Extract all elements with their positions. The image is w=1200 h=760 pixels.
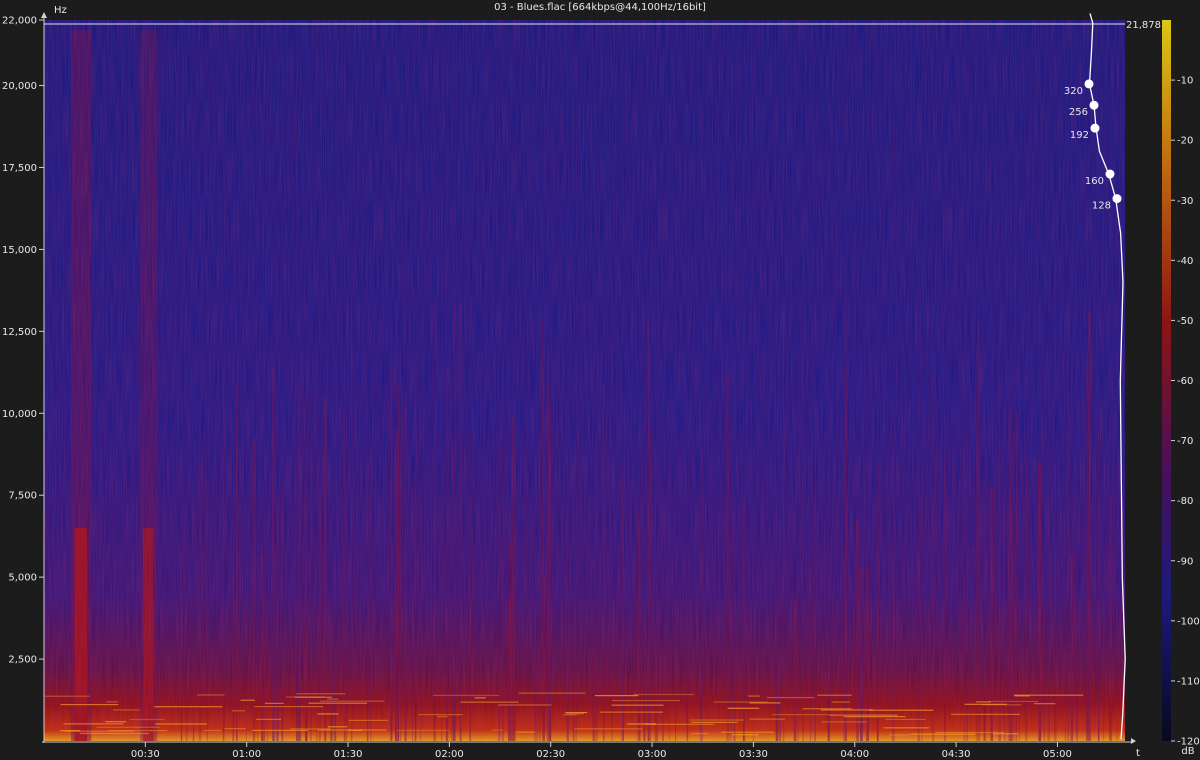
colorbar-tick-label: -10 — [1177, 76, 1193, 87]
y-tick-label: 20,000 — [2, 81, 37, 92]
colorbar-tick-label: -110 — [1177, 676, 1200, 687]
bitrate-marker-label-256: 256 — [1069, 107, 1088, 118]
x-axis-label: t — [1136, 748, 1140, 759]
colorbar-tick-label: -30 — [1177, 196, 1193, 207]
y-tick-label: 7,500 — [8, 491, 37, 502]
bitrate-marker-label-192: 192 — [1070, 130, 1089, 141]
bitrate-marker-label-320: 320 — [1064, 86, 1083, 97]
y-tick-label: 22,000 — [2, 16, 37, 27]
y-tick-label: 10,000 — [2, 409, 37, 420]
colorbar-unit-label: dB — [1181, 746, 1194, 757]
colorbar-tick-label: -40 — [1177, 256, 1193, 267]
y-tick-label: 5,000 — [8, 573, 37, 584]
y-tick-label: 2,500 — [8, 655, 37, 666]
colorbar: -10-20-30-40-50-60-70-80-90-100-110-120 … — [1162, 20, 1200, 757]
colorbar-ticks: -10-20-30-40-50-60-70-80-90-100-110-120 — [1171, 76, 1200, 748]
cutoff-label: 21,878 — [1126, 20, 1161, 31]
bitrate-marker-160 — [1105, 169, 1115, 179]
y-tick-label: 12,500 — [2, 327, 37, 338]
x-tick-label: 02:00 — [435, 749, 464, 760]
x-tick-label: 04:30 — [942, 749, 971, 760]
y-tick-label: 15,000 — [2, 245, 37, 256]
bitrate-marker-128 — [1112, 194, 1122, 204]
colorbar-gradient — [1162, 20, 1171, 741]
y-tick-label: 17,500 — [2, 163, 37, 174]
x-tick-label: 01:00 — [232, 749, 261, 760]
x-tick-label: 03:30 — [739, 749, 768, 760]
bitrate-marker-320 — [1084, 79, 1094, 89]
x-tick-label: 01:30 — [334, 749, 363, 760]
bitrate-marker-label-128: 128 — [1092, 201, 1111, 212]
y-axis-arrow-icon — [41, 12, 47, 18]
colorbar-tick-label: -60 — [1177, 376, 1193, 387]
x-tick-label: 05:00 — [1043, 749, 1072, 760]
colorbar-tick-label: -100 — [1177, 616, 1200, 627]
x-tick-label: 04:00 — [840, 749, 869, 760]
x-tick-label: 03:00 — [638, 749, 667, 760]
x-axis-arrow-icon — [1131, 738, 1136, 744]
spectrogram-chart: 22,000 20,000 17,500 15,000 12,500 10,000 7,50… — [2, 5, 1200, 760]
y-axis-label: Hz — [54, 5, 67, 16]
bitrate-marker-192 — [1090, 123, 1100, 133]
x-tick-label: 00:30 — [131, 749, 160, 760]
bitrate-marker-label-160: 160 — [1085, 176, 1104, 187]
spectrogram-plot-area — [44, 20, 1125, 741]
spectrogram-texture — [44, 20, 1125, 741]
colorbar-tick-label: -50 — [1177, 316, 1193, 327]
x-tick-label: 02:30 — [536, 749, 565, 760]
colorbar-tick-label: -70 — [1177, 436, 1193, 447]
colorbar-tick-label: -90 — [1177, 556, 1193, 567]
bitrate-marker-256 — [1089, 100, 1099, 110]
colorbar-tick-label: -80 — [1177, 496, 1193, 507]
colorbar-tick-label: -20 — [1177, 136, 1193, 147]
